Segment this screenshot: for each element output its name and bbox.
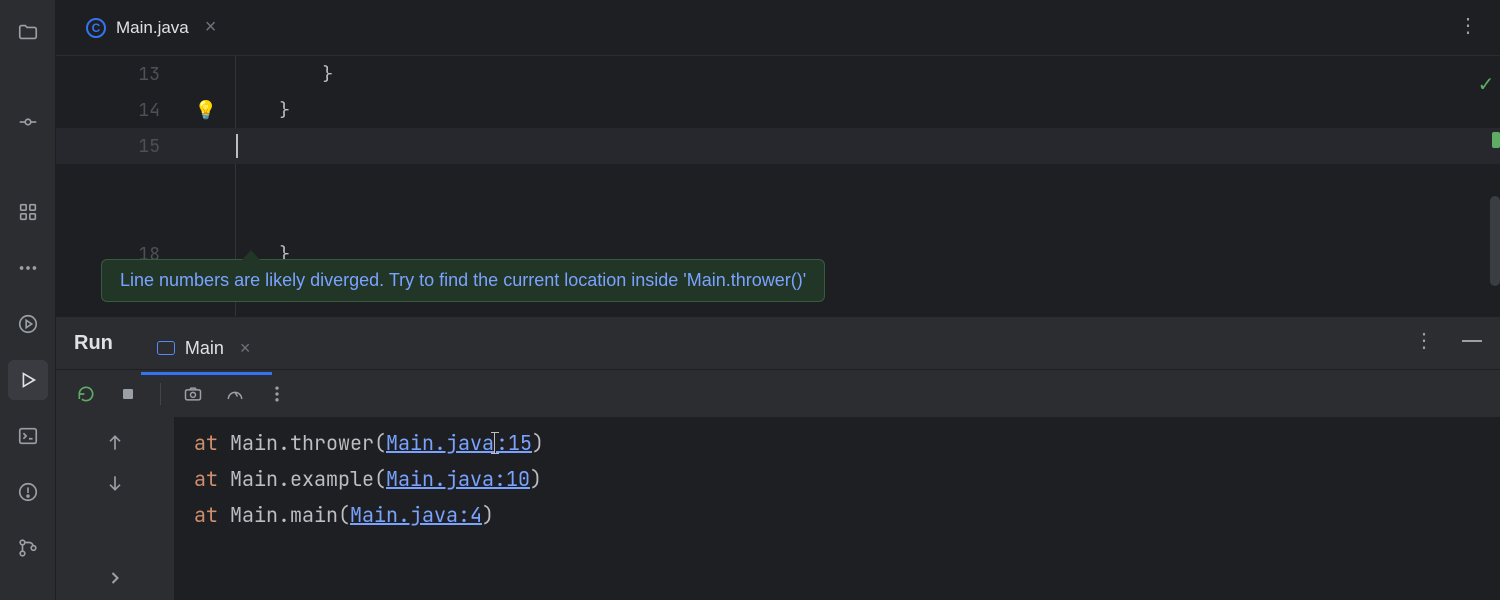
main-area: C Main.java × ⋮ 13 }14💡 }1518 } ✓ Line n… bbox=[56, 0, 1500, 600]
editor-tab-bar: C Main.java × bbox=[56, 0, 1500, 56]
console-output[interactable]: at Main.thrower(Main.java:15) at Main.ex… bbox=[174, 417, 1500, 600]
stop-icon[interactable] bbox=[118, 384, 138, 404]
code-text bbox=[236, 134, 238, 158]
code-line[interactable] bbox=[56, 200, 1500, 236]
code-line[interactable] bbox=[56, 164, 1500, 200]
run-config-tab[interactable]: Main × bbox=[149, 328, 265, 369]
app-icon bbox=[157, 341, 175, 355]
line-number: 13 bbox=[56, 63, 176, 86]
run-panel: Run Main × ⋮ bbox=[56, 316, 1500, 600]
minimize-icon[interactable] bbox=[1462, 340, 1482, 342]
stack-frame: at Main.main(Main.java:4) bbox=[194, 497, 1480, 533]
code-editor[interactable]: 13 }14💡 }1518 } ✓ Line numbers are likel… bbox=[56, 56, 1500, 316]
editor-tab-title: Main.java bbox=[116, 18, 189, 38]
screenshot-icon[interactable] bbox=[183, 384, 203, 404]
services-icon[interactable] bbox=[8, 304, 48, 344]
code-line[interactable]: 13 } bbox=[56, 56, 1500, 92]
run-kebab-icon[interactable]: ⋮ bbox=[1414, 331, 1434, 351]
run-icon[interactable] bbox=[8, 360, 48, 400]
left-tool-rail bbox=[0, 0, 56, 600]
more-icon[interactable] bbox=[8, 248, 48, 288]
close-icon[interactable]: × bbox=[234, 338, 257, 359]
vcs-icon[interactable] bbox=[8, 528, 48, 568]
stack-frame: at Main.thrower(Main.java:15) bbox=[194, 425, 1480, 461]
structure-icon[interactable] bbox=[8, 192, 48, 232]
separator bbox=[160, 383, 161, 405]
scroll-up-icon[interactable] bbox=[105, 433, 125, 453]
commit-icon[interactable] bbox=[8, 102, 48, 142]
run-body: at Main.thrower(Main.java:15) at Main.ex… bbox=[56, 417, 1500, 600]
run-header: Run Main × ⋮ bbox=[56, 317, 1500, 369]
class-icon: C bbox=[86, 18, 106, 38]
code-text: } bbox=[236, 63, 333, 86]
close-icon[interactable]: × bbox=[199, 16, 223, 39]
run-toolbar bbox=[56, 369, 1500, 417]
expand-icon[interactable] bbox=[105, 568, 125, 588]
code-text: } bbox=[236, 99, 290, 122]
run-more-icon[interactable] bbox=[267, 384, 287, 404]
stack-link[interactable]: Main.java:4 bbox=[350, 502, 482, 528]
marker[interactable] bbox=[1492, 132, 1500, 148]
code-line[interactable]: 14 💡 } bbox=[56, 92, 1500, 128]
caret bbox=[236, 134, 238, 158]
check-icon: ✓ bbox=[1478, 72, 1495, 97]
scroll-down-icon[interactable] bbox=[105, 473, 125, 493]
rerun-icon[interactable] bbox=[76, 384, 96, 404]
run-title: Run bbox=[74, 332, 113, 355]
stack-frame: at Main.example(Main.java:10) bbox=[194, 461, 1480, 497]
run-side-toolbar bbox=[56, 417, 174, 600]
problems-icon[interactable] bbox=[8, 472, 48, 512]
stack-link[interactable]: Main.java:10 bbox=[386, 466, 530, 492]
lightbulb-icon[interactable]: 💡 bbox=[195, 99, 217, 122]
profiler-icon[interactable] bbox=[225, 384, 245, 404]
terminal-icon[interactable] bbox=[8, 416, 48, 456]
stack-link[interactable]: Main.java:15 bbox=[386, 430, 532, 456]
scroll-thumb[interactable] bbox=[1490, 196, 1500, 286]
editor-kebab-icon[interactable]: ⋮ bbox=[1458, 16, 1478, 36]
navigation-tooltip: Line numbers are likely diverged. Try to… bbox=[101, 259, 825, 302]
line-number: 15 bbox=[56, 135, 176, 158]
project-icon[interactable] bbox=[8, 12, 48, 52]
code-line[interactable]: 15 bbox=[56, 128, 1500, 164]
line-number: 14 bbox=[56, 99, 176, 122]
editor-tab[interactable]: C Main.java × bbox=[74, 6, 234, 49]
run-config-name: Main bbox=[185, 338, 224, 359]
